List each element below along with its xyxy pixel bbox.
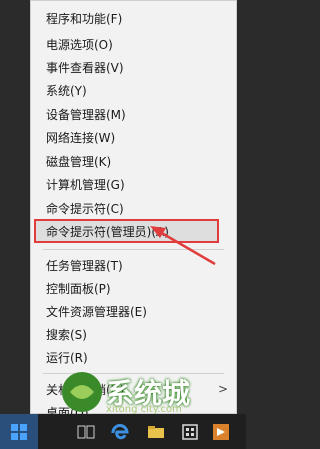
menu-item-control-panel[interactable]: 控制面板(P) — [31, 277, 236, 299]
file-explorer-icon[interactable] — [140, 414, 172, 449]
menu-item-disk-management[interactable]: 磁盘管理(K) — [31, 150, 236, 172]
menu-item-task-manager[interactable]: 任务管理器(T) — [31, 254, 236, 276]
menu-item-shutdown-signout[interactable]: 关机或注销(U) — [31, 378, 236, 400]
menu-item-command-prompt-admin[interactable]: 命令提示符(管理员)(A) — [34, 219, 219, 243]
menu-separator — [43, 249, 224, 250]
menu-item-device-manager[interactable]: 设备管理器(M) — [31, 103, 236, 125]
menu-item-search[interactable]: 搜索(S) — [31, 323, 236, 345]
menu-item-command-prompt[interactable]: 命令提示符(C) — [31, 197, 236, 219]
menu-item-power-options[interactable]: 电源选项(O) — [31, 33, 236, 55]
menu-item-programs-features[interactable]: 程序和功能(F) — [31, 7, 236, 29]
menu-item-event-viewer[interactable]: 事件查看器(V) — [31, 56, 236, 78]
menu-item-computer-management[interactable]: 计算机管理(G) — [31, 173, 236, 195]
menu-separator — [43, 373, 224, 374]
windows-start-icon[interactable] — [0, 414, 38, 449]
taskbar — [0, 414, 246, 449]
edge-icon[interactable] — [104, 414, 136, 449]
app-icon[interactable] — [206, 414, 236, 449]
task-view-icon[interactable] — [70, 414, 102, 449]
menu-item-run[interactable]: 运行(R) — [31, 346, 236, 368]
menu-item-system[interactable]: 系统(Y) — [31, 79, 236, 101]
winx-context-menu: 程序和功能(F) 电源选项(O) 事件查看器(V) 系统(Y) 设备管理器(M)… — [30, 0, 237, 420]
store-icon[interactable] — [174, 414, 206, 449]
menu-item-file-explorer[interactable]: 文件资源管理器(E) — [31, 300, 236, 322]
chevron-right-icon: > — [217, 382, 228, 396]
menu-item-network-connections[interactable]: 网络连接(W) — [31, 126, 236, 148]
